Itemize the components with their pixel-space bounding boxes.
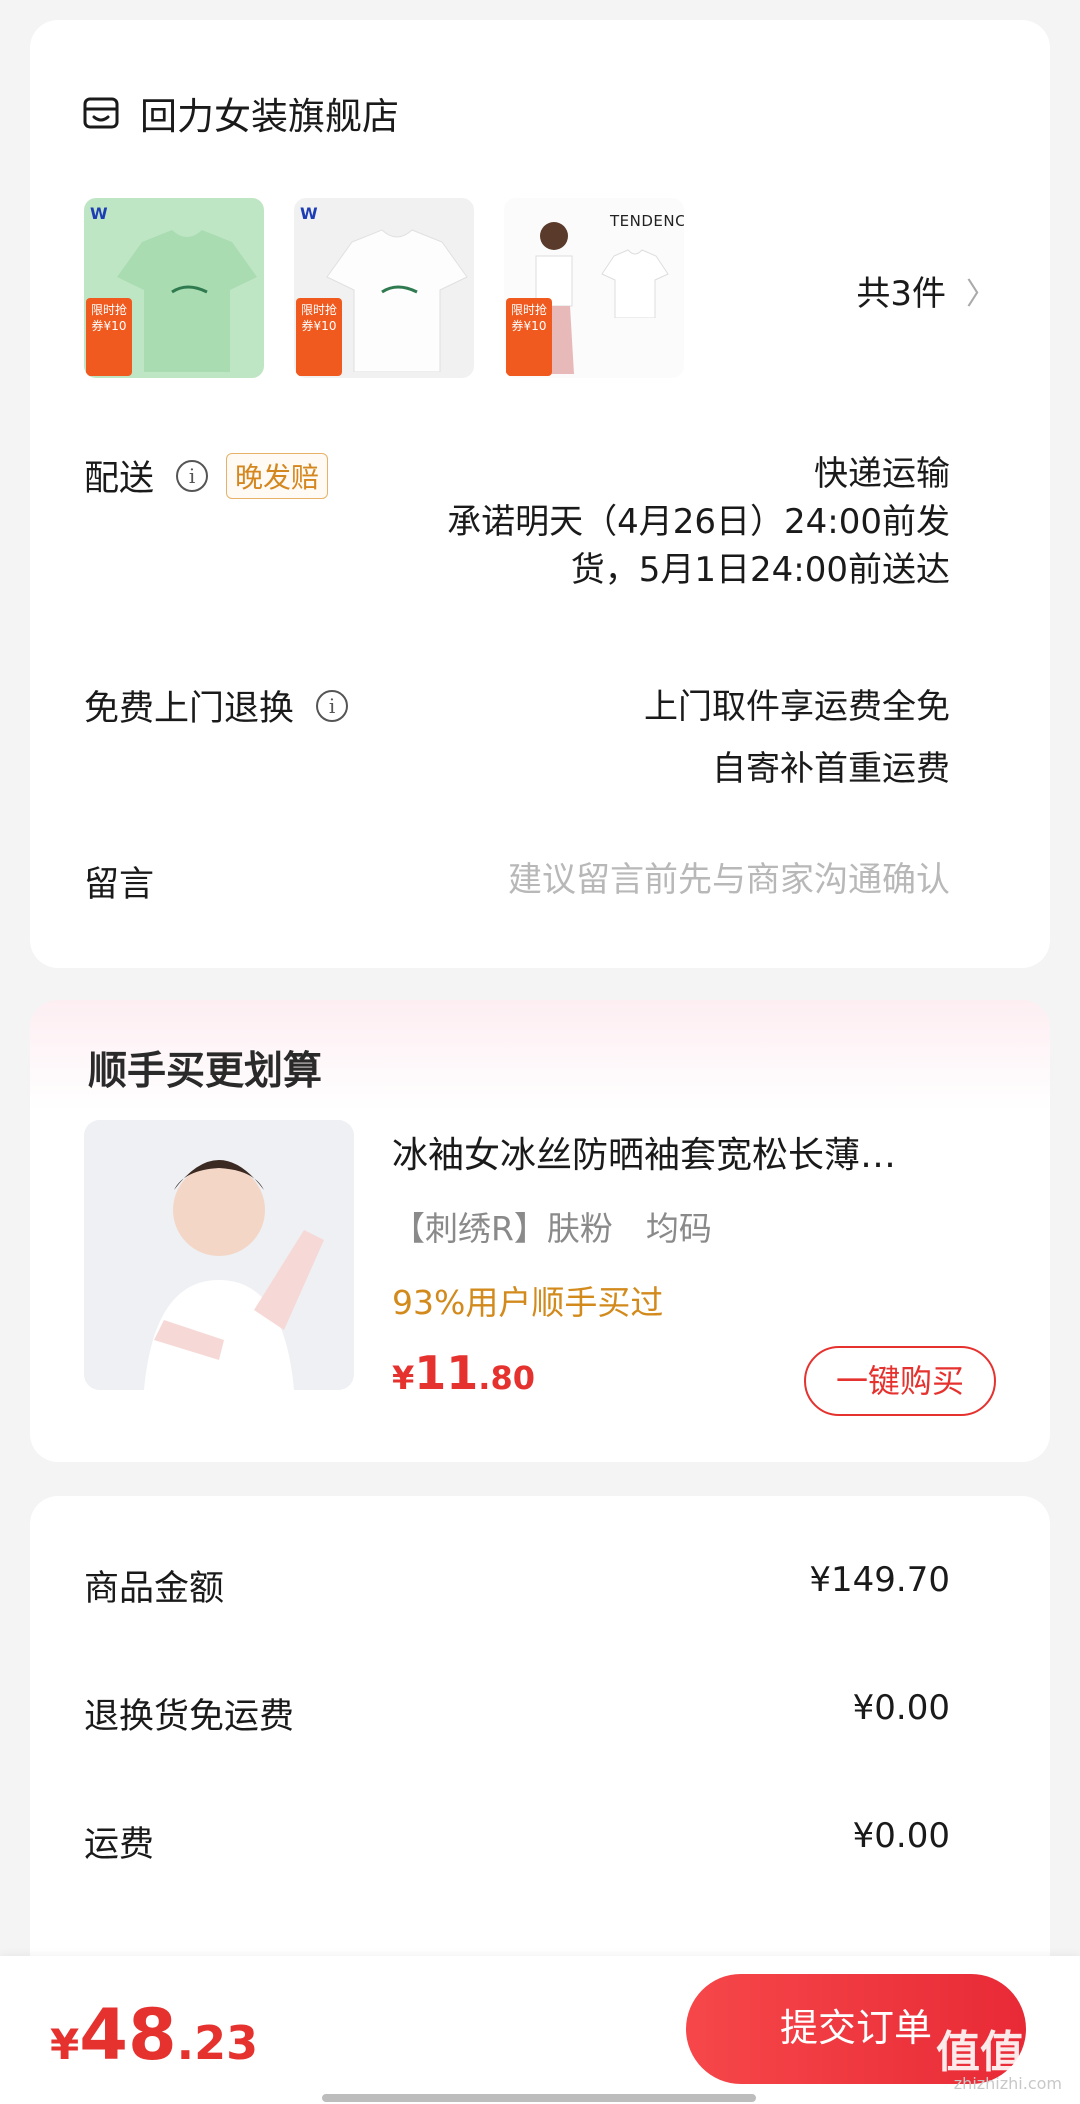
item-thumbnail[interactable]: TENDENCY 限时抢券¥10	[504, 198, 684, 378]
total-price: ¥48.23	[50, 1994, 258, 2076]
currency-symbol: ¥	[392, 1359, 415, 1397]
delivery-label: 配送	[84, 459, 155, 499]
summary-row: 运费 ¥0.00	[84, 1816, 950, 1867]
message-input[interactable]: 建议留言前先与商家沟通确认	[508, 856, 950, 904]
returns-row: 免费上门退换 i 上门取件享运费全免 自寄补首重运费	[84, 676, 950, 789]
upsell-card: 顺手买更划算 冰袖女冰丝防晒袖套宽松长薄… 【刺绣R】肤粉 均码 93%用户顺手…	[30, 1000, 1050, 1462]
delivery-promise-cont: 货，5月1日24:00前送达	[570, 550, 950, 590]
item-thumbnail[interactable]: W 限时抢券¥10	[84, 198, 264, 378]
tshirt-image	[117, 230, 257, 372]
summary-value: ¥0.00	[852, 1688, 950, 1728]
checkout-bar: ¥48.23 提交订单 值值值 zhizhizhi.com	[0, 1956, 1080, 2104]
returns-line2: 自寄补首重运费	[712, 749, 950, 789]
delivery-promise: 承诺明天（4月26日）24:00前发	[447, 502, 950, 542]
order-store-card: 回力女装旗舰店 W 限时抢券¥10 W 限时抢券¥10 TENDENC 限时抢券…	[30, 20, 1050, 968]
watermark: 值值值	[936, 2027, 1068, 2078]
summary-value: ¥0.00	[852, 1816, 950, 1856]
watermark-url: zhizhizhi.com	[953, 2074, 1062, 2093]
summary-value: ¥149.70	[809, 1560, 950, 1600]
store-name: 回力女装旗舰店	[140, 95, 399, 138]
model-photo-image	[84, 1120, 354, 1390]
upsell-title: 顺手买更划算	[88, 1049, 323, 1094]
price-decimal: .23	[176, 2016, 259, 2070]
one-click-buy-button[interactable]: 一键购买	[804, 1346, 996, 1416]
item-count-link[interactable]: 共3件 〉	[856, 266, 996, 315]
summary-row: 退换货免运费 ¥0.00	[84, 1688, 950, 1739]
price-integer: 11	[414, 1346, 479, 1400]
chevron-right-icon: 〉	[966, 276, 996, 312]
price-integer: 48	[79, 1994, 177, 2076]
summary-label: 运费	[84, 1825, 155, 1865]
delivery-method: 快递运输	[814, 454, 950, 494]
summary-row: 商品金额 ¥149.70	[84, 1560, 950, 1611]
brand-text: TENDENCY	[610, 212, 684, 230]
coupon-badge: 限时抢券¥10	[506, 298, 552, 376]
tshirt-image	[601, 249, 669, 318]
brand-logo-icon: W	[300, 204, 318, 223]
upsell-price: ¥11.80	[392, 1346, 535, 1400]
late-delivery-tag: 晚发赔	[226, 452, 329, 499]
returns-line1: 上门取件享运费全免	[644, 687, 950, 727]
info-icon[interactable]: i	[176, 459, 209, 492]
summary-label: 商品金额	[84, 1569, 225, 1609]
price-decimal: .80	[478, 1359, 535, 1397]
item-thumbnail[interactable]: W 限时抢券¥10	[294, 198, 474, 378]
store-header[interactable]: 回力女装旗舰店	[82, 86, 399, 140]
summary-label: 退换货免运费	[84, 1697, 295, 1737]
returns-label: 免费上门退换	[84, 689, 295, 729]
tshirt-image	[326, 229, 468, 372]
home-indicator[interactable]	[322, 2094, 756, 2102]
item-thumbnails[interactable]: W 限时抢券¥10 W 限时抢券¥10 TENDENCY	[84, 198, 684, 378]
message-row[interactable]: 留言 建议留言前先与商家沟通确认	[84, 856, 950, 916]
coupon-badge: 限时抢券¥10	[296, 298, 342, 376]
item-count: 共3件	[856, 274, 946, 314]
upsell-product-name[interactable]: 冰袖女冰丝防晒袖套宽松长薄…	[392, 1126, 1002, 1178]
upsell-product-image[interactable]	[84, 1120, 354, 1390]
store-icon	[83, 97, 119, 129]
info-icon[interactable]: i	[316, 689, 349, 722]
coupon-badge: 限时抢券¥10	[86, 298, 132, 376]
delivery-row: 配送 i 晚发赔 快递运输 承诺明天（4月26日）24:00前发 货，5月1日2…	[84, 450, 950, 590]
brand-logo-icon: W	[90, 204, 108, 223]
upsell-promo: 93%用户顺手买过	[392, 1283, 664, 1322]
upsell-product-spec: 【刺绣R】肤粉 均码	[392, 1209, 712, 1248]
message-label: 留言	[84, 865, 155, 905]
currency-symbol: ¥	[50, 2020, 80, 2069]
